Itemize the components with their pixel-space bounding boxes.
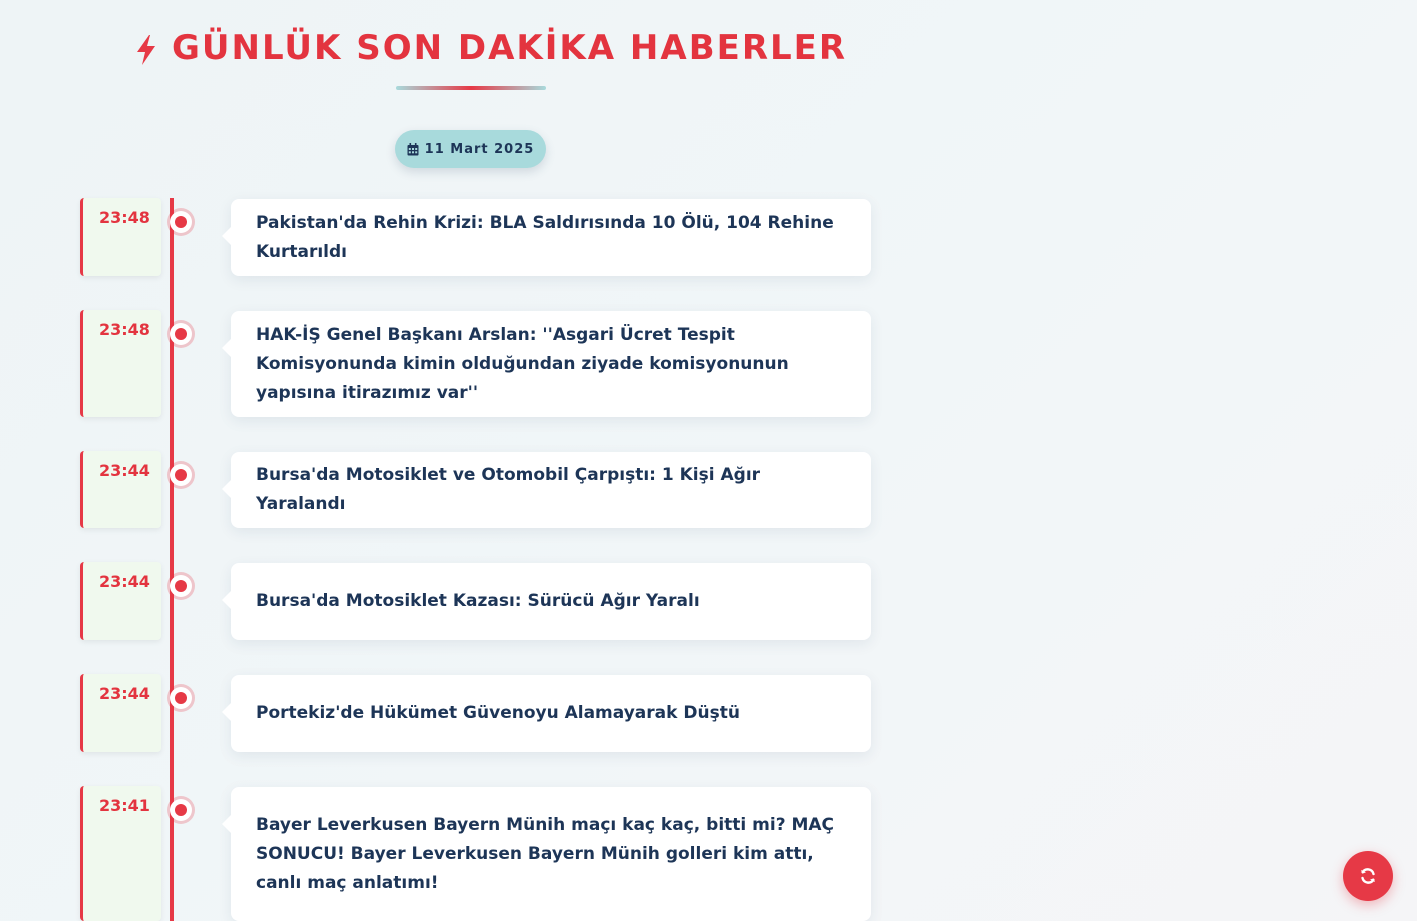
news-headline[interactable]: Bursa'da Motosiklet ve Otomobil Çarpıştı… — [256, 461, 847, 519]
news-time: 23:48 — [99, 208, 150, 227]
news-time: 23:44 — [99, 572, 150, 591]
timeline-dot — [170, 211, 192, 233]
news-card[interactable]: Bursa'da Motosiklet ve Otomobil Çarpıştı… — [222, 452, 871, 528]
news-card[interactable]: Portekiz'de Hükümet Güvenoyu Alamayarak … — [222, 675, 871, 752]
page-header: GÜNLÜK SON DAKİKA HABERLER — [134, 28, 847, 68]
news-headline[interactable]: Portekiz'de Hükümet Güvenoyu Alamayarak … — [256, 699, 740, 728]
timeline-dot — [170, 464, 192, 486]
news-card[interactable]: Pakistan'da Rehin Krizi: BLA Saldırısınd… — [222, 199, 871, 276]
refresh-icon — [1361, 868, 1375, 884]
time-box: 23:44 — [80, 562, 161, 640]
news-headline[interactable]: HAK-İŞ Genel Başkanı Arslan: ''Asgari Üc… — [256, 321, 847, 408]
news-card[interactable]: Bursa'da Motosiklet Kazası: Sürücü Ağır … — [222, 563, 871, 640]
date-badge: 11 Mart 2025 — [395, 130, 546, 168]
calendar-icon — [407, 142, 419, 155]
time-box: 23:41 — [80, 786, 161, 921]
date-label: 11 Mart 2025 — [424, 141, 535, 157]
news-card[interactable]: Bayer Leverkusen Bayern Münih maçı kaç k… — [222, 787, 871, 921]
news-card[interactable]: HAK-İŞ Genel Başkanı Arslan: ''Asgari Üc… — [222, 311, 871, 417]
refresh-button[interactable] — [1343, 851, 1393, 901]
news-time: 23:44 — [99, 684, 150, 703]
timeline-dot — [170, 687, 192, 709]
news-headline[interactable]: Bayer Leverkusen Bayern Münih maçı kaç k… — [256, 811, 847, 898]
time-box: 23:44 — [80, 451, 161, 528]
news-time: 23:44 — [99, 461, 150, 480]
news-time: 23:41 — [99, 796, 150, 815]
timeline-dot — [170, 575, 192, 597]
time-box: 23:48 — [80, 310, 161, 417]
news-headline[interactable]: Pakistan'da Rehin Krizi: BLA Saldırısınd… — [256, 209, 847, 267]
time-box: 23:48 — [80, 198, 161, 276]
news-headline[interactable]: Bursa'da Motosiklet Kazası: Sürücü Ağır … — [256, 587, 700, 616]
news-time: 23:48 — [99, 320, 150, 339]
timeline-dot — [170, 799, 192, 821]
time-box: 23:44 — [80, 674, 161, 752]
bolt-icon — [137, 35, 155, 65]
page-title: GÜNLÜK SON DAKİKA HABERLER — [172, 28, 848, 68]
title-underline — [396, 86, 546, 90]
timeline-dot — [170, 323, 192, 345]
